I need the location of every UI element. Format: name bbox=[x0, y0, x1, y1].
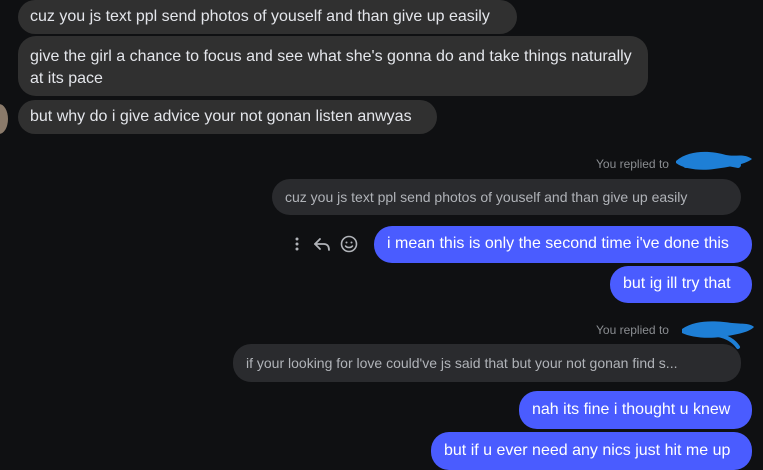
message-text: nah its fine i thought u knew bbox=[532, 401, 731, 418]
reply-label-text: You replied to bbox=[596, 157, 669, 171]
message-text: but why do i give advice your not gonan … bbox=[30, 108, 412, 125]
message-outgoing[interactable]: but ig ill try that bbox=[610, 266, 752, 303]
quoted-message[interactable]: cuz you js text ppl send photos of youse… bbox=[272, 179, 741, 215]
message-text: give the girl a chance to focus and see … bbox=[30, 48, 632, 87]
reply-icon[interactable] bbox=[311, 236, 333, 252]
message-text: cuz you js text ppl send photos of youse… bbox=[30, 8, 490, 25]
message-text: but if u ever need any nics just hit me … bbox=[444, 442, 731, 459]
redaction-scribble bbox=[676, 151, 752, 170]
avatar[interactable] bbox=[0, 104, 8, 134]
reply-label: You replied to bbox=[596, 157, 669, 171]
quoted-text: cuz you js text ppl send photos of youse… bbox=[285, 189, 688, 205]
message-actions bbox=[289, 232, 359, 256]
message-outgoing[interactable]: i mean this is only the second time i've… bbox=[374, 226, 752, 263]
smiley-icon[interactable] bbox=[339, 235, 359, 253]
message-outgoing[interactable]: nah its fine i thought u knew bbox=[519, 391, 752, 429]
message-incoming[interactable]: give the girl a chance to focus and see … bbox=[18, 36, 648, 96]
reply-label-text: You replied to bbox=[596, 323, 669, 337]
more-icon[interactable] bbox=[289, 237, 305, 251]
quoted-text: if your looking for love could've js sai… bbox=[246, 355, 678, 371]
message-incoming[interactable]: cuz you js text ppl send photos of youse… bbox=[18, 0, 517, 34]
reply-label: You replied to bbox=[596, 323, 669, 337]
message-text: but ig ill try that bbox=[623, 275, 731, 292]
message-text: i mean this is only the second time i've… bbox=[387, 235, 729, 252]
message-outgoing[interactable]: but if u ever need any nics just hit me … bbox=[431, 432, 752, 470]
message-incoming[interactable]: but why do i give advice your not gonan … bbox=[18, 100, 437, 134]
quoted-message[interactable]: if your looking for love could've js sai… bbox=[233, 344, 741, 382]
